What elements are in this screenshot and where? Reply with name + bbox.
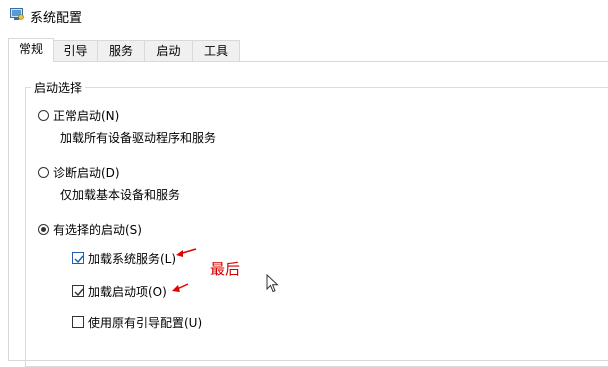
normal-startup-description: 加载所有设备驱动程序和服务 — [60, 131, 217, 145]
diagnostic-startup-radio[interactable]: 诊断启动(D) — [38, 163, 120, 181]
checkbox-checked[interactable] — [72, 252, 84, 264]
diagnostic-startup-label: 诊断启动(D) — [53, 165, 120, 180]
msconfig-icon — [10, 8, 24, 20]
radio-button-selected[interactable] — [38, 223, 49, 235]
load-startup-items-label: 加载启动项(O) — [88, 284, 167, 299]
mouse-cursor-icon — [266, 274, 279, 293]
tab-services[interactable]: 服务 — [97, 40, 145, 61]
checkmark-icon — [74, 288, 84, 297]
tab-boot[interactable]: 引导 — [53, 40, 98, 61]
load-system-services-label: 加载系统服务(L) — [88, 251, 177, 266]
radio-button[interactable] — [38, 109, 49, 121]
checkmark-icon — [74, 255, 84, 264]
radio-button[interactable] — [38, 166, 49, 178]
diagnostic-startup-description: 仅加载基本设备和服务 — [60, 188, 181, 202]
startup-selection-title: 启动选择 — [31, 79, 86, 96]
checkbox-unchecked[interactable] — [72, 316, 84, 328]
radio-selected-dot — [41, 226, 46, 232]
use-original-boot-config-label: 使用原有引导配置(U) — [88, 315, 203, 330]
red-arrow-icon — [176, 248, 197, 257]
tab-strip: 常规 引导 服务 启动 工具 — [0, 38, 608, 62]
title-bar: 系统配置 — [0, 0, 608, 30]
load-startup-items-checkbox[interactable]: 加载启动项(O) — [72, 282, 167, 300]
annotation-text: 最后 — [210, 260, 241, 278]
selective-startup-label: 有选择的启动(S) — [53, 222, 142, 237]
window-title: 系统配置 — [30, 11, 83, 26]
tab-general[interactable]: 常规 — [8, 38, 54, 62]
red-arrow-icon — [172, 283, 189, 292]
load-system-services-checkbox[interactable]: 加载系统服务(L) — [72, 249, 176, 267]
selective-startup-radio[interactable]: 有选择的启动(S) — [38, 220, 142, 238]
tab-tools[interactable]: 工具 — [192, 40, 240, 61]
checkbox-checked[interactable] — [72, 285, 84, 297]
normal-startup-label: 正常启动(N) — [53, 108, 120, 123]
use-original-boot-config-checkbox[interactable]: 使用原有引导配置(U) — [72, 313, 202, 331]
tab-startup[interactable]: 启动 — [144, 40, 193, 61]
normal-startup-radio[interactable]: 正常启动(N) — [38, 106, 119, 124]
